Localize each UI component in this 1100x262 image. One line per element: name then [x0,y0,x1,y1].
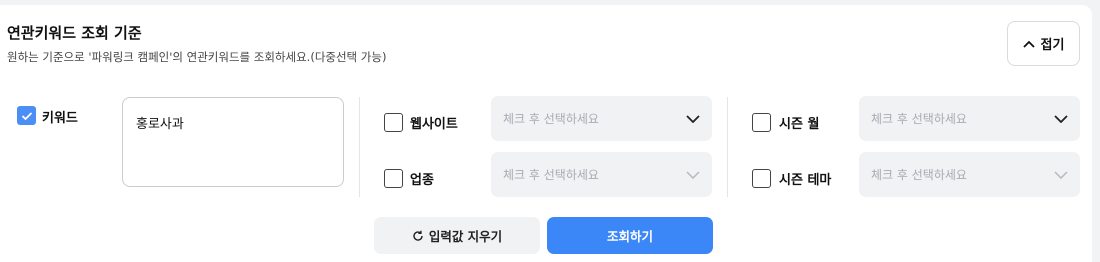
website-label: 웹사이트 [410,117,458,132]
season-theme-checkbox[interactable] [752,169,771,188]
collapse-button[interactable]: 접기 [1007,21,1080,66]
search-criteria-panel: 연관키워드 조회 기준 원하는 기준으로 '파워링크 캠페인'의 연관키워드를 … [0,5,1092,262]
chevron-down-icon [686,170,700,179]
season-theme-select[interactable]: 체크 후 선택하세요 [859,152,1080,197]
keyword-checkbox[interactable] [17,106,36,125]
website-checkbox[interactable] [384,113,403,132]
website-select-placeholder: 체크 후 선택하세요 [503,112,599,126]
chevron-down-icon [1054,114,1068,123]
reset-button[interactable]: 입력값 지우기 [374,217,540,254]
industry-label: 업종 [410,173,434,188]
season-month-select-placeholder: 체크 후 선택하세요 [871,112,967,126]
season-month-checkbox[interactable] [752,113,771,132]
season-theme-select-placeholder: 체크 후 선택하세요 [871,168,967,182]
keyword-textarea[interactable]: 홍로사과 [122,97,344,187]
search-button[interactable]: 조회하기 [547,217,713,254]
panel-title: 연관키워드 조회 기준 [7,24,142,42]
chevron-up-icon [1022,40,1035,48]
collapse-label: 접기 [1040,38,1065,53]
check-icon [21,111,32,120]
keyword-label: 키워드 [42,111,78,126]
industry-select[interactable]: 체크 후 선택하세요 [491,152,712,197]
refresh-icon [413,230,423,241]
column-divider [727,97,728,197]
panel-description: 원하는 기준으로 '파워링크 캠페인'의 연관키워드를 조회하세요.(다중선택 … [7,50,387,64]
chevron-down-icon [686,114,700,123]
season-month-select[interactable]: 체크 후 선택하세요 [859,96,1080,141]
reset-label: 입력값 지우기 [428,229,503,244]
column-divider [359,97,360,197]
chevron-down-icon [1054,170,1068,179]
keyword-value: 홍로사과 [136,117,184,132]
search-label: 조회하기 [606,229,653,244]
season-theme-label: 시즌 테마 [779,173,832,188]
website-select[interactable]: 체크 후 선택하세요 [491,96,712,141]
industry-checkbox[interactable] [384,169,403,188]
industry-select-placeholder: 체크 후 선택하세요 [503,168,599,182]
season-month-label: 시즌 월 [779,117,820,132]
